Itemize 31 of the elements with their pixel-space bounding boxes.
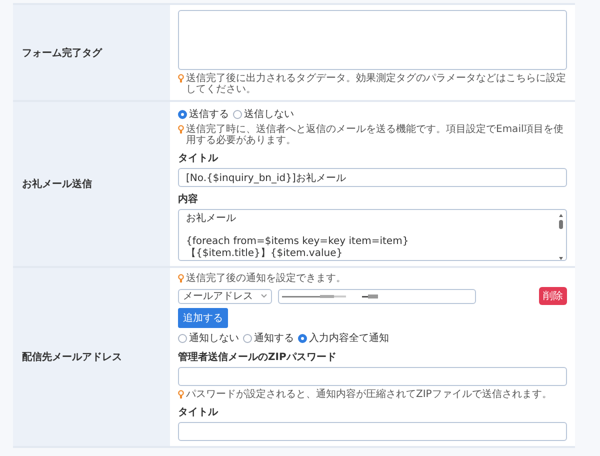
field-label: タイトル (178, 152, 220, 165)
bulb-icon (178, 74, 184, 83)
field-label: 管理者送信メールのZIPパスワード (178, 350, 338, 364)
scrollbar-icon[interactable] (558, 213, 564, 260)
row-label: 配信先メールアドレス (22, 350, 122, 364)
add-button[interactable]: 追加する (178, 308, 228, 328)
radio-option[interactable]: 送信する (178, 107, 229, 121)
radio-option[interactable]: 通知する (243, 331, 294, 345)
radio-option[interactable]: 通知しない (178, 331, 239, 345)
text-area[interactable] (178, 10, 567, 70)
row-label: お礼メール送信 (22, 178, 92, 191)
row-label: フォーム完了タグ (22, 46, 102, 60)
email-input[interactable] (278, 288, 476, 304)
text-input[interactable]: [No.{$inquiry_bn_id}]お礼メール (178, 168, 567, 187)
hint-text: パスワードが設定されると、通知内容が圧縮されてZIPファイルで送信されます。 (186, 389, 552, 400)
radio-option[interactable]: 送信しない (233, 107, 294, 121)
radio-option[interactable]: 入力内容全て通知 (298, 331, 389, 345)
hint-text: 送信完了時に、送信者へと返信のメールを送る機能です。項目設定でEmail項目を使用する必要があります。 (186, 124, 565, 146)
text-input[interactable] (178, 422, 567, 441)
delete-button[interactable]: 削除 (539, 287, 567, 305)
field-label: タイトル (178, 406, 220, 419)
text-input[interactable] (178, 367, 567, 386)
hint-text: 送信完了後に出力されるタグデータ。効果測定タグのパラメータなどはこちらに設定してください。 (186, 73, 567, 95)
bulb-icon (178, 390, 184, 399)
bulb-icon (178, 125, 184, 134)
text-area[interactable]: お礼メール {foreach from=$items key=key item=item} 【{$item.title}】{$item.value} (178, 209, 567, 261)
type-dropdown[interactable]: メールアドレス (178, 288, 272, 304)
caret-icon (261, 294, 267, 298)
hint-text: 送信完了後の通知を設定できます。 (186, 273, 346, 284)
bulb-icon (178, 274, 184, 283)
field-label: 内容 (178, 192, 199, 206)
